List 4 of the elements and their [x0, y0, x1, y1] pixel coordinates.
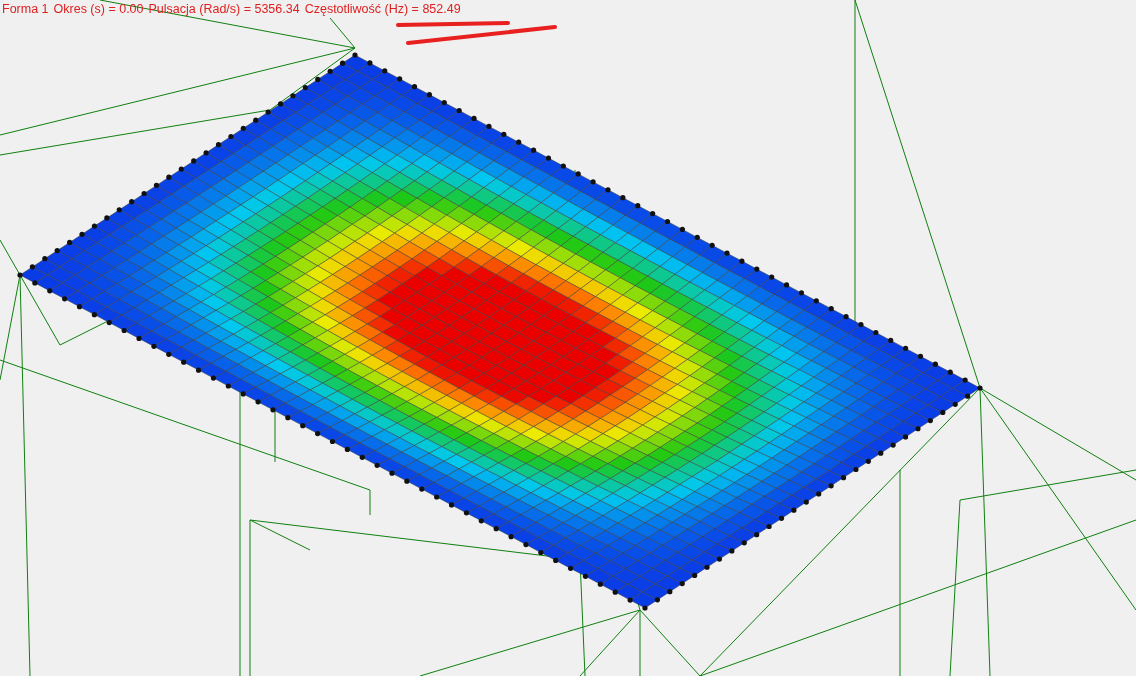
- mode-info-text: Forma 1: [2, 2, 49, 16]
- mode-info-text: Częstotliwość (Hz) = 852.49: [304, 2, 461, 16]
- mode-info-text: Pulsacja (Rad/s) = 5356.34: [148, 2, 300, 16]
- mode-info-text: Okres (s) = 0.00: [53, 2, 144, 16]
